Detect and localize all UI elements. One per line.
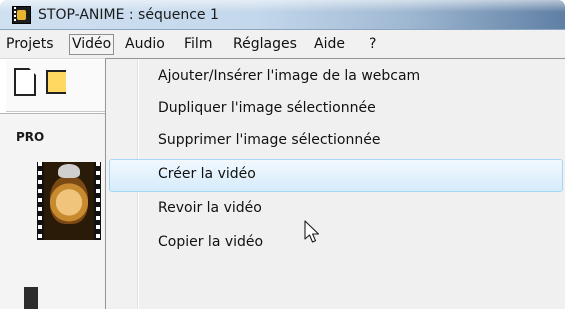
film-thumbnail-2[interactable] bbox=[24, 287, 38, 309]
menu-item-delete-image[interactable]: Supprimer l'image sélectionnée bbox=[109, 125, 563, 158]
menu-item-duplicate-image[interactable]: Dupliquer l'image sélectionnée bbox=[109, 93, 563, 126]
thumbnail-image bbox=[50, 164, 88, 224]
mouse-cursor-icon bbox=[304, 220, 320, 243]
title-bar[interactable]: STOP-ANIME : séquence 1 bbox=[0, 0, 565, 30]
new-document-icon[interactable] bbox=[14, 68, 36, 96]
menu-item-label: Supprimer l'image sélectionnée bbox=[158, 132, 381, 148]
menu-help-about[interactable]: ? bbox=[366, 34, 379, 55]
panel-label: PRO bbox=[16, 130, 45, 144]
menu-aide[interactable]: Aide bbox=[311, 34, 348, 55]
menu-item-label: Créer la vidéo bbox=[158, 166, 256, 182]
menu-audio[interactable]: Audio bbox=[122, 34, 168, 55]
menu-projets[interactable]: Projets bbox=[3, 34, 57, 55]
window-title: STOP-ANIME : séquence 1 bbox=[38, 7, 219, 23]
app-icon[interactable] bbox=[12, 6, 31, 24]
menu-reglages[interactable]: Réglages bbox=[230, 34, 300, 55]
menu-film[interactable]: Film bbox=[181, 34, 215, 55]
menu-item-label: Ajouter/Insérer l'image de la webcam bbox=[158, 68, 421, 84]
menu-item-label: Copier la vidéo bbox=[158, 234, 264, 250]
menu-item-add-webcam-image[interactable]: Ajouter/Insérer l'image de la webcam bbox=[109, 61, 563, 94]
film-thumbnail[interactable] bbox=[37, 162, 101, 240]
menu-item-review-video[interactable]: Revoir la vidéo bbox=[109, 193, 563, 226]
menu-item-label: Revoir la vidéo bbox=[158, 200, 262, 216]
menu-bar: Projets Vidéo Audio Film Réglages Aide ? bbox=[0, 30, 565, 59]
menu-item-label: Dupliquer l'image sélectionnée bbox=[158, 100, 376, 116]
menu-video[interactable]: Vidéo bbox=[69, 34, 115, 55]
open-folder-icon[interactable] bbox=[46, 70, 66, 94]
menu-item-copy-video[interactable]: Copier la vidéo bbox=[109, 227, 563, 260]
video-menu-dropdown: Ajouter/Insérer l'image de la webcam Dup… bbox=[105, 58, 565, 309]
menu-item-create-video[interactable]: Créer la vidéo bbox=[109, 159, 563, 192]
